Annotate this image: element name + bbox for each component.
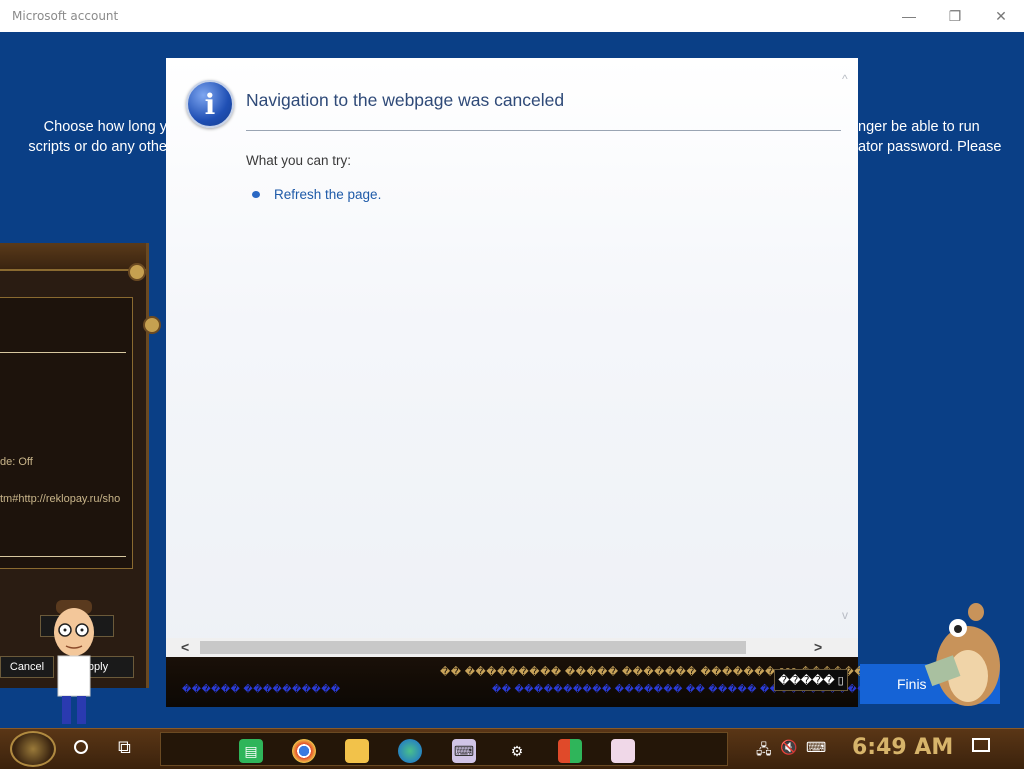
window-title: Microsoft account xyxy=(12,9,119,23)
scroll-up-arrow-icon[interactable]: ^ xyxy=(842,72,848,86)
garbled-link[interactable]: ������ ���������� xyxy=(182,684,341,695)
window-app-icon[interactable] xyxy=(611,739,635,763)
gear-icon xyxy=(128,263,146,281)
background-text-left-line2: scripts or do any othe xyxy=(28,139,167,155)
background-text-right: nger be able to run ator password. Pleas… xyxy=(858,117,1008,157)
bullet-icon xyxy=(252,191,260,198)
scroll-left-arrow-icon[interactable]: < xyxy=(181,639,189,655)
cartoon-character-image xyxy=(54,600,94,724)
maximize-button[interactable]: ❐ xyxy=(932,0,978,32)
divider xyxy=(0,556,126,557)
close-button[interactable]: ✕ xyxy=(978,0,1024,32)
network-icon[interactable]: 🖧 xyxy=(756,739,772,763)
clock[interactable]: 6:49 AM xyxy=(852,735,953,760)
mode-status-text: de: Off xyxy=(0,456,33,468)
window-titlebar: Microsoft account — ❐ ✕ xyxy=(0,0,1024,32)
refresh-page-link[interactable]: Refresh the page. xyxy=(274,187,381,202)
store-icon[interactable] xyxy=(558,739,582,763)
divider xyxy=(0,352,126,353)
settings-icon[interactable]: ⚙ xyxy=(505,739,529,763)
ad-banner-strip: �� ��������� ����� ������� ������� 999 �… xyxy=(166,657,875,707)
start-button[interactable] xyxy=(10,731,56,767)
file-explorer-icon[interactable] xyxy=(345,739,369,763)
chrome-icon[interactable] xyxy=(292,739,316,763)
volume-muted-icon[interactable]: 🔇 xyxy=(780,739,797,756)
minimize-button[interactable]: — xyxy=(886,0,932,32)
keyboard-icon[interactable]: ⌨ xyxy=(806,739,826,756)
steampunk-dialog-header xyxy=(0,243,146,271)
scroll-right-arrow-icon[interactable]: > xyxy=(814,639,822,655)
ad-banner-button[interactable]: ����� ▯ xyxy=(774,669,848,691)
keyboard-app-icon[interactable]: ⌨ xyxy=(452,739,476,763)
what-you-can-try-label: What you can try: xyxy=(246,153,352,168)
edge-icon[interactable] xyxy=(398,739,422,763)
background-text-left: Choose how long y scripts or do any othe xyxy=(27,117,167,157)
url-text: tm#http://reklopay.ru/sho xyxy=(0,493,121,505)
notes-app-icon[interactable]: ▤ xyxy=(239,739,263,763)
title-divider xyxy=(246,130,841,131)
task-view-icon[interactable]: ⧉ xyxy=(118,737,131,758)
taskbar-apps: ▤ ⌨ ⚙ xyxy=(160,732,728,766)
navigation-error-dialog: i Navigation to the webpage was canceled… xyxy=(166,58,858,657)
error-title: Navigation to the webpage was canceled xyxy=(246,90,565,110)
hamster-character-image xyxy=(924,603,1000,706)
background-text-left-line1: Choose how long y xyxy=(43,119,167,135)
taskbar: ⧉ ▤ ⌨ ⚙ 🖧 🔇 ⌨ 6:49 AM xyxy=(0,728,1024,769)
info-icon: i xyxy=(186,80,234,128)
search-icon[interactable] xyxy=(74,740,88,754)
notifications-icon[interactable] xyxy=(972,738,990,752)
gear-icon xyxy=(143,316,161,334)
scroll-down-arrow-icon[interactable]: v xyxy=(842,608,848,622)
horizontal-scrollbar[interactable]: < > xyxy=(166,638,858,657)
scrollbar-thumb[interactable] xyxy=(200,641,746,654)
background-text-right-line1: nger be able to run xyxy=(858,119,980,135)
background-text-right-line2: ator password. Please xyxy=(858,139,1002,155)
steampunk-dialog-panel xyxy=(0,297,133,569)
